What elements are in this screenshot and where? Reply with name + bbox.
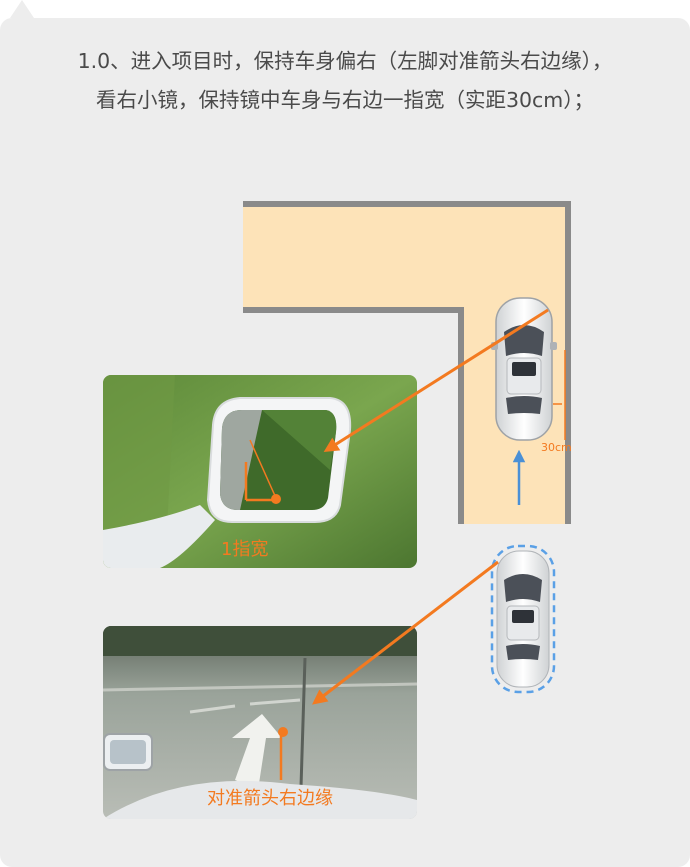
parking-diagram — [103, 201, 571, 819]
car-in-lane — [491, 297, 557, 441]
mirror-photo-label: 1指宽 — [221, 539, 269, 560]
distance-label: 30cm — [541, 441, 572, 454]
ground-photo-label: 对准箭头右边缘 — [207, 788, 333, 809]
car-approach-outline — [490, 544, 556, 694]
